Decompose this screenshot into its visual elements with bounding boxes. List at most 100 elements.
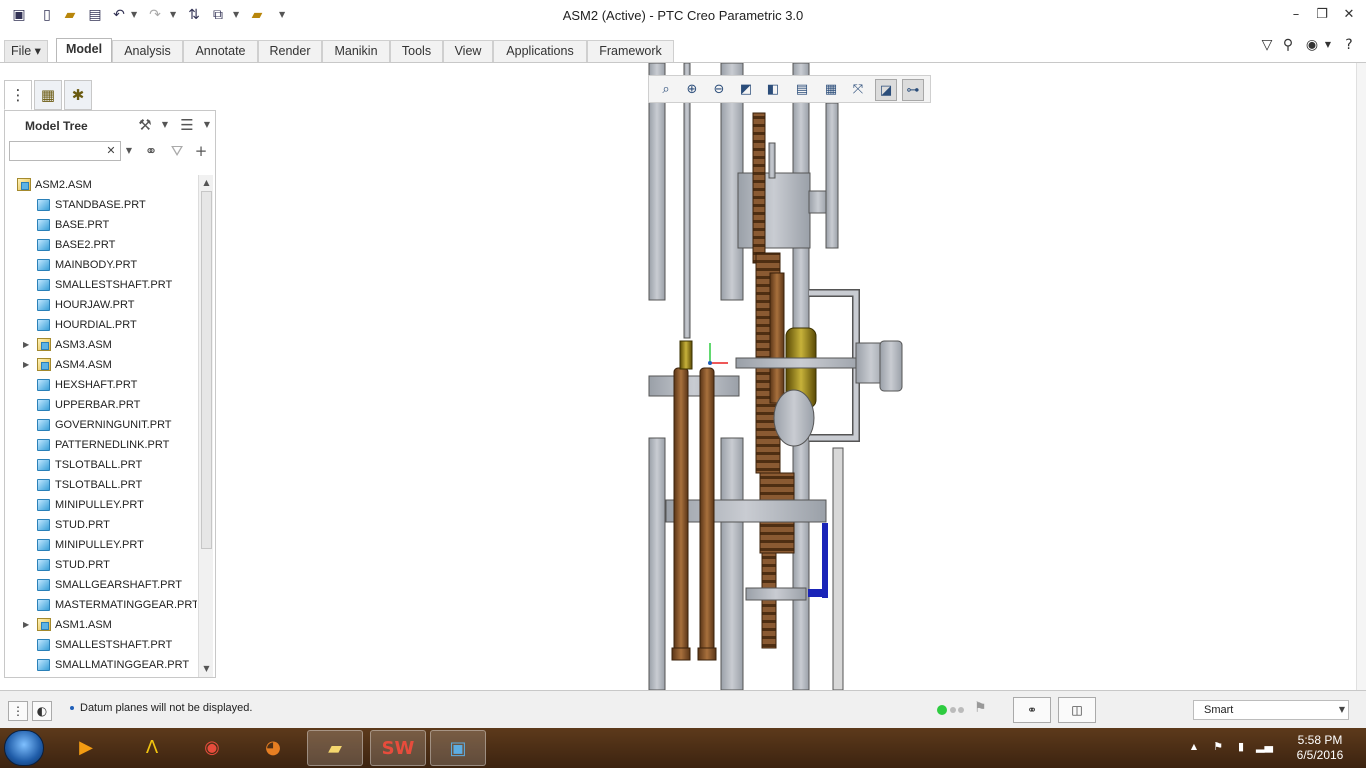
scroll-up-icon[interactable]: ▲	[199, 175, 214, 190]
add-column-icon[interactable]: +	[191, 141, 211, 161]
tree-item[interactable]: HEXSHAFT.PRT	[9, 375, 197, 395]
find-icon[interactable]: ⚭	[141, 141, 161, 161]
tree-item[interactable]: STANDBASE.PRT	[9, 195, 197, 215]
tree-item[interactable]: MINIPULLEY.PRT	[9, 535, 197, 555]
tree-item[interactable]: SMALLESTSHAFT.PRT	[9, 275, 197, 295]
folder-browser-tab-icon[interactable]: ▦	[34, 80, 62, 110]
tab-model[interactable]: Model	[56, 38, 112, 62]
search-dropdown-icon[interactable]: ▼	[119, 141, 139, 161]
expand-arrow-icon[interactable]: ▶	[23, 615, 35, 635]
tab-tools[interactable]: Tools	[390, 40, 443, 62]
scroll-thumb[interactable]	[201, 191, 212, 549]
tab-annotate[interactable]: Annotate	[183, 40, 258, 62]
tree-item[interactable]: PATTERNEDLINK.PRT	[9, 435, 197, 455]
tree-settings-dropdown-icon[interactable]: ▼	[155, 115, 175, 135]
part-icon	[37, 599, 50, 611]
tree-item-label: BASE2.PRT	[55, 239, 116, 251]
expand-arrow-icon[interactable]: ▶	[23, 335, 35, 355]
regen-status-icon[interactable]	[937, 705, 947, 715]
graphics-scrollbar[interactable]	[1356, 63, 1366, 690]
tree-item[interactable]: STUD.PRT	[9, 555, 197, 575]
power-icon[interactable]: ▮	[1233, 739, 1249, 755]
ribbon-collapse-icon[interactable]: ▽	[1258, 36, 1276, 54]
tab-applications[interactable]: Applications	[493, 40, 587, 62]
show-hidden-icons-icon[interactable]: ▲	[1186, 739, 1202, 755]
model-tree-tab-icon[interactable]: ⋮	[4, 80, 32, 110]
firefox-icon[interactable]: ◕	[245, 730, 301, 766]
assembly-icon	[17, 178, 31, 191]
tree-settings-icon[interactable]: ⚒	[135, 115, 155, 135]
zoom-in-icon[interactable]: ⊕	[681, 79, 703, 101]
minimize-icon[interactable]: –	[1287, 6, 1305, 24]
system-clock[interactable]: 5:58 PM 6/5/2016	[1284, 733, 1356, 763]
tab-view[interactable]: View	[443, 40, 493, 62]
clear-search-icon[interactable]: ✕	[104, 142, 118, 160]
tree-item[interactable]: ▶ ASM1.ASM	[9, 615, 197, 635]
chrome-icon[interactable]: ◉	[184, 730, 240, 766]
tab-framework[interactable]: Framework	[587, 40, 674, 62]
flag-icon[interactable]: ⚑	[974, 700, 987, 716]
tab-file[interactable]: File ▾	[4, 40, 48, 62]
tree-item[interactable]: MINIPULLEY.PRT	[9, 495, 197, 515]
repaint-icon[interactable]: ◩	[735, 79, 757, 101]
network-icon[interactable]: ▂▄	[1256, 739, 1273, 755]
search-icon[interactable]: ⚲	[1279, 36, 1297, 54]
creo-icon[interactable]: ▣	[430, 730, 486, 766]
annotation-display-icon[interactable]: ◪	[875, 79, 897, 101]
solidworks-icon[interactable]: SW	[370, 730, 426, 766]
tree-item[interactable]: SMALLESTSHAFT.PRT	[9, 635, 197, 655]
tree-item[interactable]: MASTERMATINGGEAR.PRT	[9, 595, 197, 615]
selection-icon[interactable]: ◫	[1058, 697, 1096, 723]
tree-item[interactable]: BASE.PRT	[9, 215, 197, 235]
restore-icon[interactable]: ❐	[1313, 6, 1331, 24]
tree-item[interactable]: MAINBODY.PRT	[9, 255, 197, 275]
explorer-icon[interactable]: ▰	[307, 730, 363, 766]
tree-scrollbar[interactable]: ▲ ▼	[198, 175, 213, 677]
close-icon[interactable]: ✕	[1340, 6, 1358, 24]
tree-item[interactable]: BASE2.PRT	[9, 235, 197, 255]
favorites-tab-icon[interactable]: ✱	[64, 80, 92, 110]
tree-item[interactable]: SMALLMATINGGEAR.PRT	[9, 655, 197, 675]
tree-item[interactable]: STUD.PRT	[9, 515, 197, 535]
autodesk-icon[interactable]: Λ	[124, 730, 180, 766]
help-dropdown-icon[interactable]: ▼	[1319, 36, 1337, 54]
tab-render[interactable]: Render	[258, 40, 322, 62]
find-icon[interactable]: ⚭	[1013, 697, 1051, 723]
spin-center-icon[interactable]: ⊶	[902, 79, 924, 101]
tree-item[interactable]: TSLOTBALL.PRT	[9, 475, 197, 495]
datum-display-icon[interactable]: ⤧	[847, 79, 869, 101]
tree-item[interactable]: ASM2.ASM	[9, 175, 197, 195]
tree-item[interactable]: HOURDIAL.PRT	[9, 315, 197, 335]
scroll-down-icon[interactable]: ▼	[199, 661, 214, 676]
tree-item[interactable]: ▶ ASM4.ASM	[9, 355, 197, 375]
show-browser-icon[interactable]: ◐	[32, 701, 52, 721]
media-player-icon[interactable]: ▶	[58, 730, 114, 766]
start-button[interactable]	[4, 730, 44, 766]
show-icon[interactable]: ☰	[177, 115, 197, 135]
show-navigator-icon[interactable]: ⋮	[8, 701, 28, 721]
part-icon	[37, 299, 50, 311]
show-dropdown-icon[interactable]: ▼	[197, 115, 217, 135]
tree-item[interactable]: UPPERBAR.PRT	[9, 395, 197, 415]
tree-item[interactable]: GOVERNINGUNIT.PRT	[9, 415, 197, 435]
selection-filter-dropdown[interactable]: Smart ▼	[1193, 700, 1349, 720]
view-manager-icon[interactable]: ▦	[820, 79, 842, 101]
assembly-model[interactable]	[216, 62, 1366, 691]
tab-manikin[interactable]: Manikin	[322, 40, 390, 62]
filter-icon[interactable]: ⛛	[167, 141, 187, 161]
part-icon	[37, 639, 50, 651]
refit-icon[interactable]: ⌕	[655, 79, 677, 101]
tree-item[interactable]: TSLOTBALL.PRT	[9, 455, 197, 475]
expand-arrow-icon[interactable]: ▶	[23, 355, 35, 375]
action-center-icon[interactable]: ⚑	[1210, 739, 1226, 755]
graphics-window[interactable]	[216, 62, 1366, 691]
tree-item[interactable]: ▶ ASM3.ASM	[9, 335, 197, 355]
saved-orientations-icon[interactable]: ▤	[791, 79, 813, 101]
help-icon[interactable]: ?	[1340, 36, 1358, 54]
display-style-icon[interactable]: ◧	[762, 79, 784, 101]
tab-analysis[interactable]: Analysis	[112, 40, 183, 62]
part-icon	[37, 659, 50, 671]
tree-item[interactable]: SMALLGEARSHAFT.PRT	[9, 575, 197, 595]
zoom-out-icon[interactable]: ⊖	[708, 79, 730, 101]
tree-item[interactable]: HOURJAW.PRT	[9, 295, 197, 315]
